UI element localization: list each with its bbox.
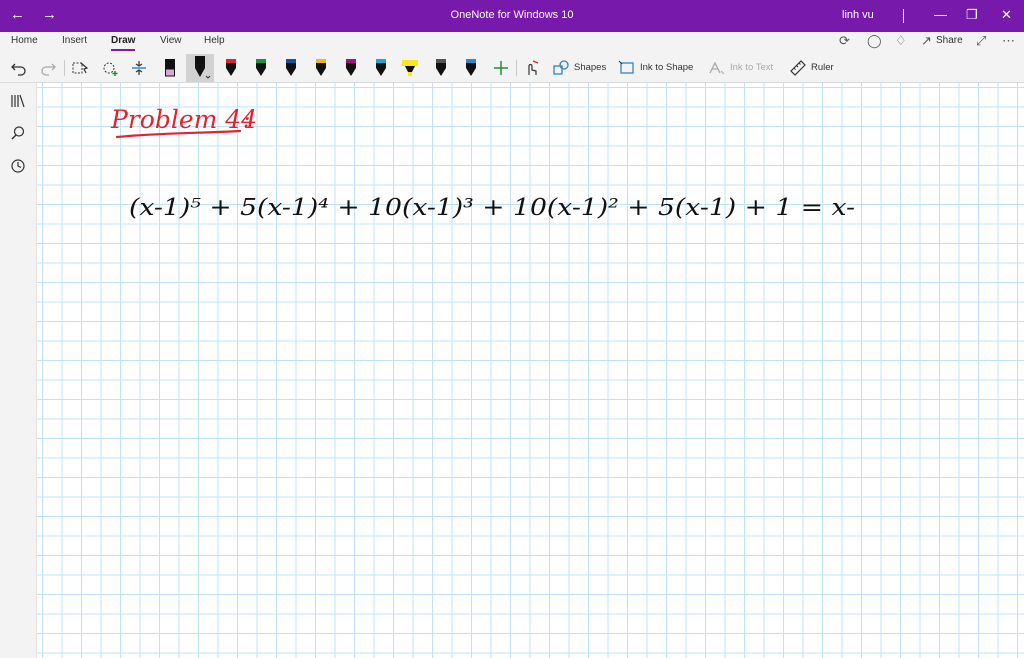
ribbon-tabs: Home Insert Draw View Help ⟳ ◯ ♢ ↗ Share… bbox=[0, 32, 1024, 54]
user-name[interactable]: linh vu bbox=[842, 9, 874, 21]
lightbulb-icon[interactable]: ◯ bbox=[867, 33, 882, 49]
shapes-button[interactable]: Shapes bbox=[574, 62, 606, 73]
bell-icon[interactable]: ♢ bbox=[895, 33, 907, 49]
toolbar-divider bbox=[64, 60, 65, 76]
pen-green-icon[interactable] bbox=[251, 58, 271, 78]
pen-yellow-icon[interactable] bbox=[311, 58, 331, 78]
pen-red-icon[interactable] bbox=[221, 58, 241, 78]
expand-icon[interactable]: ⤢ bbox=[976, 33, 986, 49]
undo-icon[interactable] bbox=[9, 58, 29, 78]
share-button[interactable]: Share bbox=[936, 35, 963, 46]
pencil-purple-icon[interactable] bbox=[160, 58, 180, 78]
more-options-icon[interactable]: ⋯ bbox=[1002, 33, 1015, 49]
handwritten-ink: Problem 44 : (x-1)⁵ + 5(x-1)⁴ + 10(x-1)³… bbox=[110, 105, 855, 221]
notebooks-icon[interactable] bbox=[10, 93, 26, 109]
ink-to-shape-button[interactable]: Ink to Shape bbox=[640, 62, 693, 73]
highlighter-yellow-icon[interactable] bbox=[400, 58, 420, 78]
pen-black-selected[interactable] bbox=[186, 54, 214, 82]
insert-space-icon[interactable] bbox=[129, 58, 149, 78]
note-canvas[interactable]: Problem 44 : (x-1)⁵ + 5(x-1)⁴ + 10(x-1)³… bbox=[37, 83, 1024, 658]
tab-help[interactable]: Help bbox=[204, 35, 225, 46]
toolbar-divider bbox=[516, 60, 517, 76]
close-button[interactable]: ✕ bbox=[1001, 5, 1012, 25]
problem-heading-colon: : bbox=[243, 108, 250, 133]
pen-cyan-icon[interactable] bbox=[371, 58, 391, 78]
redo-icon[interactable] bbox=[38, 58, 58, 78]
draw-toolbar: Shapes Ink to Shape Ink to Text Ruler bbox=[0, 54, 1024, 83]
ink-to-text-button[interactable]: Ink to Text bbox=[730, 62, 773, 73]
pen-lightblue-icon[interactable] bbox=[461, 58, 481, 78]
pen-magenta-icon[interactable] bbox=[341, 58, 361, 78]
problem-heading: Problem 44 bbox=[110, 105, 257, 134]
recent-notes-icon[interactable] bbox=[10, 158, 26, 174]
share-icon[interactable]: ↗ bbox=[921, 33, 932, 49]
ruler-button[interactable]: Ruler bbox=[811, 62, 834, 73]
title-bar: ← → OneNote for Windows 10 linh vu — ❐ ✕ bbox=[0, 0, 1024, 32]
tab-home[interactable]: Home bbox=[11, 35, 38, 46]
ruler-icon[interactable] bbox=[788, 58, 808, 78]
title-separator bbox=[903, 9, 904, 23]
add-pen-icon[interactable] bbox=[491, 58, 511, 78]
minimize-button[interactable]: — bbox=[934, 5, 947, 25]
handwritten-equation: (x-1)⁵ + 5(x-1)⁴ + 10(x-1)³ + 10(x-1)² +… bbox=[129, 195, 855, 221]
search-icon[interactable] bbox=[10, 125, 26, 141]
tab-insert[interactable]: Insert bbox=[62, 35, 87, 46]
sync-icon[interactable]: ⟳ bbox=[839, 33, 850, 49]
pen-blue-icon[interactable] bbox=[281, 58, 301, 78]
shapes-icon[interactable] bbox=[551, 58, 571, 78]
touch-draw-icon[interactable] bbox=[521, 58, 541, 78]
lasso-select-icon[interactable] bbox=[70, 58, 90, 78]
ink-to-shape-icon[interactable] bbox=[617, 58, 637, 78]
tab-draw[interactable]: Draw bbox=[111, 35, 136, 51]
add-space-icon[interactable] bbox=[100, 58, 120, 78]
ink-to-text-icon[interactable] bbox=[707, 58, 727, 78]
restore-button[interactable]: ❐ bbox=[966, 5, 978, 25]
pen-gray-icon[interactable] bbox=[431, 58, 451, 78]
tab-view[interactable]: View bbox=[160, 35, 182, 46]
navigation-rail bbox=[0, 83, 37, 658]
